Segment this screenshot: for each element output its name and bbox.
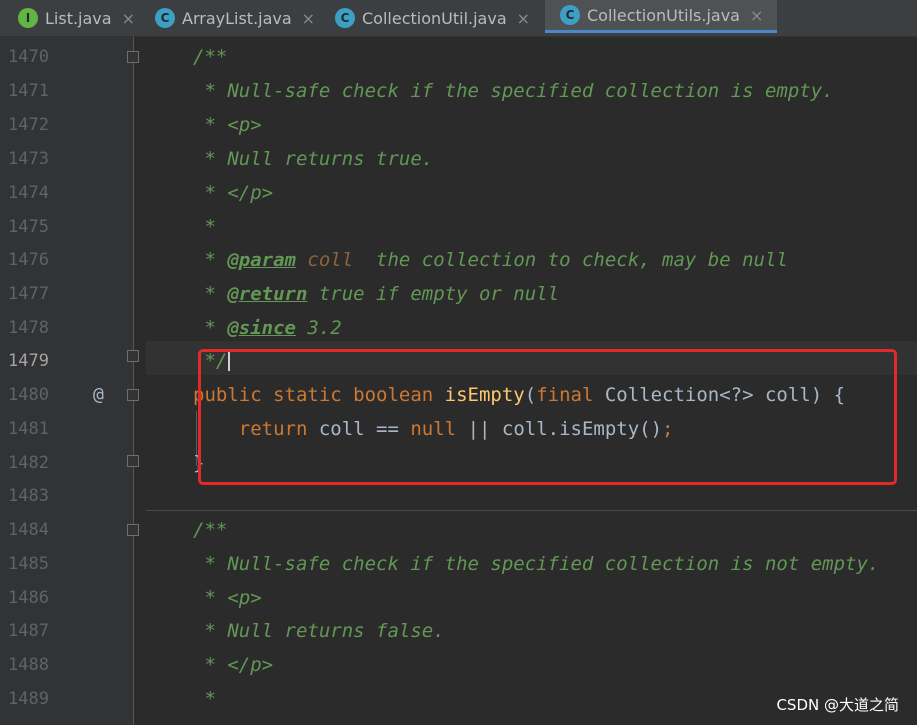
tab-arraylist-java[interactable]: C ArrayList.java × [155, 0, 315, 36]
code-text: * @param coll the collection to check, m… [193, 243, 788, 277]
line-number: 1476 [8, 250, 49, 270]
line-number: 1474 [8, 183, 49, 203]
line-number: 1478 [8, 318, 49, 338]
close-icon[interactable]: × [122, 9, 135, 28]
code-line: 1477 * @return true if empty or null [0, 277, 917, 311]
code-text: /** [193, 46, 228, 68]
editor-tab-bar: I List.java × C ArrayList.java × C Colle… [0, 0, 917, 37]
line-number: 1489 [8, 689, 49, 709]
javadoc-tag: @param [227, 249, 296, 271]
comment-star: * [193, 249, 228, 271]
code-line: 1476 * @param coll the collection to che… [0, 243, 917, 277]
code-text: * [193, 216, 216, 238]
fold-icon[interactable] [127, 524, 139, 536]
javadoc-text: 3.2 [295, 317, 342, 339]
line-number: 1475 [8, 217, 49, 237]
highlight-box [198, 349, 897, 485]
javadoc-text: the collection to check, may be null [353, 249, 788, 271]
code-text: * <p> [193, 114, 262, 136]
line-number: 1471 [8, 81, 49, 101]
line-number: 1488 [8, 655, 49, 675]
tab-label: CollectionUtil.java [362, 8, 507, 28]
javadoc-tag: @return [227, 283, 308, 305]
code-line: 1485 * Null-safe check if the specified … [0, 547, 917, 581]
line-number: 1482 [8, 453, 49, 473]
tab-collectionutil-java[interactable]: C CollectionUtil.java × [335, 0, 530, 36]
code-line: 1471 * Null-safe check if the specified … [0, 74, 917, 108]
code-text: * Null returns false. [193, 620, 445, 642]
line-number: 1481 [8, 419, 49, 439]
code-line: 1475 * [0, 210, 917, 244]
tab-label: CollectionUtils.java [587, 5, 740, 25]
line-number: 1470 [8, 47, 49, 67]
tab-label: ArrayList.java [182, 8, 292, 28]
javadoc-tag: @since [227, 317, 296, 339]
fold-icon[interactable] [127, 51, 139, 63]
line-number: 1487 [8, 621, 49, 641]
tab-collectionutils-java[interactable]: C CollectionUtils.java × [545, 0, 777, 33]
code-text: * </p> [193, 654, 274, 676]
line-number: 1484 [8, 520, 49, 540]
javadoc-text: true if empty or null [307, 283, 560, 305]
close-icon[interactable]: × [750, 6, 763, 25]
close-icon[interactable]: × [302, 9, 315, 28]
watermark: CSDN @大道之简 [776, 696, 899, 714]
fold-icon[interactable] [127, 350, 139, 362]
tab-label: List.java [45, 8, 112, 28]
code-text: /** [193, 519, 228, 541]
code-line: 1473 * Null returns true. [0, 142, 917, 176]
code-text: * [193, 688, 216, 710]
code-line: 1478 * @since 3.2 [0, 311, 917, 345]
code-line: 1474 * </p> [0, 176, 917, 210]
code-line: 1487 * Null returns false. [0, 614, 917, 648]
interface-icon: I [18, 8, 38, 28]
code-line: 1470 /** [0, 40, 917, 74]
code-line: 1484 /** [0, 513, 917, 547]
code-line: 1486 * <p> [0, 581, 917, 615]
code-line: 1472 * <p> [0, 108, 917, 142]
line-number: 1486 [8, 588, 49, 608]
line-number: 1485 [8, 554, 49, 574]
line-number: 1473 [8, 149, 49, 169]
line-number: 1477 [8, 284, 49, 304]
comment-star: * [193, 283, 228, 305]
line-number: 1472 [8, 115, 49, 135]
line-number: 1483 [8, 486, 49, 506]
code-text: * Null-safe check if the specified colle… [193, 553, 880, 575]
code-text: * Null-safe check if the specified colle… [193, 80, 834, 102]
class-icon: C [155, 8, 175, 28]
tab-list-java[interactable]: I List.java × [18, 0, 135, 36]
close-icon[interactable]: × [517, 9, 530, 28]
line-number: 1479 [8, 351, 49, 371]
fold-icon[interactable] [127, 389, 139, 401]
class-icon: C [560, 5, 580, 25]
code-text: * Null returns true. [193, 148, 434, 170]
line-number: 1480 [8, 385, 49, 405]
code-text: * </p> [193, 182, 274, 204]
javadoc-param: coll [295, 249, 354, 271]
code-text: * @return true if empty or null [193, 277, 559, 311]
override-marker-icon[interactable]: @ [93, 378, 104, 412]
class-icon: C [335, 8, 355, 28]
code-line: 1488 * </p> [0, 648, 917, 682]
code-text: * @since 3.2 [193, 311, 342, 345]
fold-icon[interactable] [127, 455, 139, 467]
code-text: * <p> [193, 587, 262, 609]
comment-star: * [193, 317, 228, 339]
